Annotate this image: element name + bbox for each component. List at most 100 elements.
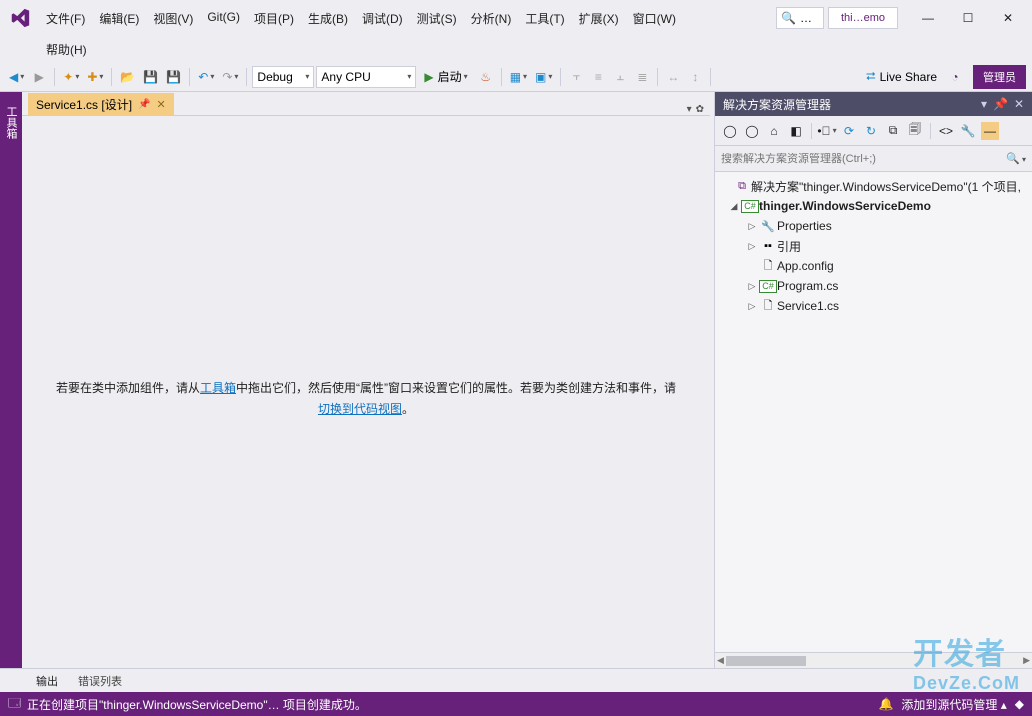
menu-tools[interactable]: 工具(T): [519, 6, 570, 31]
document-tab-row: Service1.cs [设计] 📌 ✕ ▾ ✿: [22, 92, 710, 116]
new-project-button[interactable]: ✦▾: [60, 66, 82, 88]
tree-project-node[interactable]: ◢ C# thinger.WindowsServiceDemo: [715, 196, 1032, 216]
solution-platform-combo[interactable]: Any CPU▾: [316, 66, 416, 88]
tree-service-node[interactable]: ▷ 🗋 Service1.cs: [715, 296, 1032, 316]
save-all-button[interactable]: 💾: [163, 66, 184, 88]
standard-toolbar: ◀▾ ▶ ✦▾ ✚▾ 📂 💾 💾 ↶▾ ↷▾ Debug▾ Any CPU▾ ▶…: [0, 62, 1032, 92]
tree-properties-node[interactable]: ▷ 🔧 Properties: [715, 216, 1032, 236]
csharp-project-icon: C#: [741, 200, 759, 213]
nav-forward-button[interactable]: ▶: [29, 66, 49, 88]
se-switchview-button[interactable]: ◧: [787, 122, 805, 140]
expander-icon[interactable]: ◢: [727, 201, 741, 212]
tree-program-node[interactable]: ▷ C# Program.cs: [715, 276, 1032, 296]
menu-git[interactable]: Git(G): [201, 6, 246, 31]
size-width-button[interactable]: ↔: [663, 66, 683, 88]
solution-explorer-search-input[interactable]: [721, 153, 1006, 165]
window-minimize-button[interactable]: —: [908, 4, 948, 32]
open-button[interactable]: 📂: [117, 66, 138, 88]
expander-icon[interactable]: ▷: [745, 221, 759, 232]
menu-file[interactable]: 文件(F): [40, 6, 91, 31]
menu-test[interactable]: 测试(S): [411, 6, 463, 31]
hot-reload-button[interactable]: ♨: [476, 66, 496, 88]
size-height-button[interactable]: ↕: [685, 66, 705, 88]
menu-analyze[interactable]: 分析(N): [465, 6, 518, 31]
se-pending-button[interactable]: •⃝▾: [818, 122, 836, 140]
align-top-button[interactable]: ⫠: [610, 66, 630, 88]
se-properties-button[interactable]: 🔧: [959, 122, 977, 140]
browser-link-button[interactable]: ▦▾: [507, 66, 530, 88]
redo-button[interactable]: ↷▾: [219, 66, 241, 88]
designer-placeholder-text: 若要在类中添加组件，请从工具箱中拖出它们，然后使用“属性”窗口来设置它们的属性。…: [52, 378, 680, 420]
pin-icon[interactable]: 📌: [138, 99, 150, 110]
se-forward-button[interactable]: ◯: [743, 122, 761, 140]
start-debug-button[interactable]: ▶启动▾: [418, 66, 473, 88]
main-menu: 文件(F) 编辑(E) 视图(V) Git(G) 项目(P) 生成(B) 调试(…: [40, 6, 682, 31]
menu-edit[interactable]: 编辑(E): [93, 6, 145, 31]
se-refresh-button[interactable]: ↻: [862, 122, 880, 140]
undo-button[interactable]: ↶▾: [195, 66, 217, 88]
admin-badge: 管理员: [973, 65, 1026, 89]
align-left-button[interactable]: ⫟: [566, 66, 586, 88]
document-tab-label: Service1.cs [设计]: [36, 96, 132, 113]
designer-surface[interactable]: 若要在类中添加组件，请从工具箱中拖出它们，然后使用“属性”窗口来设置它们的属性。…: [22, 116, 710, 668]
designer-toolbox-link[interactable]: 工具箱: [200, 381, 236, 395]
menu-build[interactable]: 生成(B): [302, 6, 354, 31]
document-tab-active[interactable]: Service1.cs [设计] 📌 ✕: [28, 93, 174, 115]
status-text: 正在创建项目"thinger.WindowsServiceDemo"… 项目创建…: [27, 696, 367, 713]
menu-window[interactable]: 窗口(W): [627, 6, 682, 31]
error-list-tab[interactable]: 错误列表: [68, 669, 132, 693]
tree-label: thinger.WindowsServiceDemo: [759, 199, 931, 213]
repo-icon[interactable]: ◆: [1015, 697, 1024, 711]
panel-menu-icon[interactable]: ▾: [981, 97, 987, 111]
tree-references-node[interactable]: ▷ ▪▪ 引用: [715, 236, 1032, 256]
se-back-button[interactable]: ◯: [721, 122, 739, 140]
source-control-button[interactable]: 添加到源代码管理 ▴: [901, 696, 1006, 713]
tree-appconfig-node[interactable]: 🗋 App.config: [715, 256, 1032, 276]
picture-button[interactable]: ▣▾: [532, 66, 555, 88]
window-close-button[interactable]: ✕: [988, 4, 1028, 32]
solution-config-combo[interactable]: Debug▾: [252, 66, 314, 88]
status-bar: 🗔 正在创建项目"thinger.WindowsServiceDemo"… 项目…: [0, 692, 1032, 716]
tree-solution-node[interactable]: ⧉ 解决方案"thinger.WindowsServiceDemo"(1 个项目…: [715, 176, 1032, 196]
left-dock: 工具箱: [0, 92, 22, 668]
nav-back-button[interactable]: ◀▾: [6, 66, 27, 88]
notifications-icon[interactable]: 🔔: [878, 697, 893, 711]
live-share-button[interactable]: ⮂Live Share: [860, 69, 943, 84]
solution-explorer-panel: 解决方案资源管理器 ▾ 📌 ✕ ◯ ◯ ⌂ ◧ •⃝▾ ⟳ ↻ ⧉ 🗐 <> 🔧…: [714, 92, 1032, 668]
toolbox-tab[interactable]: 工具箱: [3, 100, 19, 145]
search-icon[interactable]: 🔍▾: [1006, 152, 1026, 165]
menu-extensions[interactable]: 扩展(X): [573, 6, 625, 31]
align-center-button[interactable]: ≡: [588, 66, 608, 88]
window-maximize-button[interactable]: ☐: [948, 4, 988, 32]
menu-debug[interactable]: 调试(D): [356, 6, 409, 31]
quick-launch[interactable]: 🔍 …: [776, 7, 824, 29]
save-button[interactable]: 💾: [140, 66, 161, 88]
expander-icon[interactable]: ▷: [745, 281, 759, 292]
tab-options-button[interactable]: ✿: [696, 104, 704, 115]
expander-icon[interactable]: ▷: [745, 301, 759, 312]
solution-explorer-hscrollbar[interactable]: ◀▶: [715, 652, 1032, 668]
main-menu-row2: 帮助(H): [0, 36, 1032, 62]
output-tab[interactable]: 输出: [26, 669, 68, 693]
feedback-button[interactable]: ◔: [945, 66, 965, 88]
menu-help[interactable]: 帮助(H): [40, 37, 93, 62]
menu-view[interactable]: 视图(V): [147, 6, 199, 31]
se-showall-button[interactable]: 🗐: [906, 122, 924, 140]
se-preview-button[interactable]: —: [981, 122, 999, 140]
se-code-button[interactable]: <>: [937, 122, 955, 140]
add-item-button[interactable]: ✚▾: [84, 66, 106, 88]
panel-pin-icon[interactable]: 📌: [993, 97, 1008, 111]
tab-overflow-button[interactable]: ▾: [687, 104, 692, 115]
designer-codeview-link[interactable]: 切换到代码视图: [318, 402, 402, 416]
solution-explorer-header[interactable]: 解决方案资源管理器 ▾ 📌 ✕: [715, 92, 1032, 116]
expander-icon[interactable]: ▷: [745, 241, 759, 252]
close-tab-icon[interactable]: ✕: [156, 98, 165, 111]
se-sync-button[interactable]: ⟳: [840, 122, 858, 140]
se-home-button[interactable]: ⌂: [765, 122, 783, 140]
align-middle-button[interactable]: ≣: [632, 66, 652, 88]
solution-explorer-search[interactable]: 🔍▾: [715, 146, 1032, 172]
se-collapse-button[interactable]: ⧉: [884, 122, 902, 140]
menu-project[interactable]: 项目(P): [248, 6, 300, 31]
tree-label: 解决方案"thinger.WindowsServiceDemo"(1 个项目,: [751, 178, 1021, 195]
panel-close-icon[interactable]: ✕: [1014, 97, 1024, 111]
